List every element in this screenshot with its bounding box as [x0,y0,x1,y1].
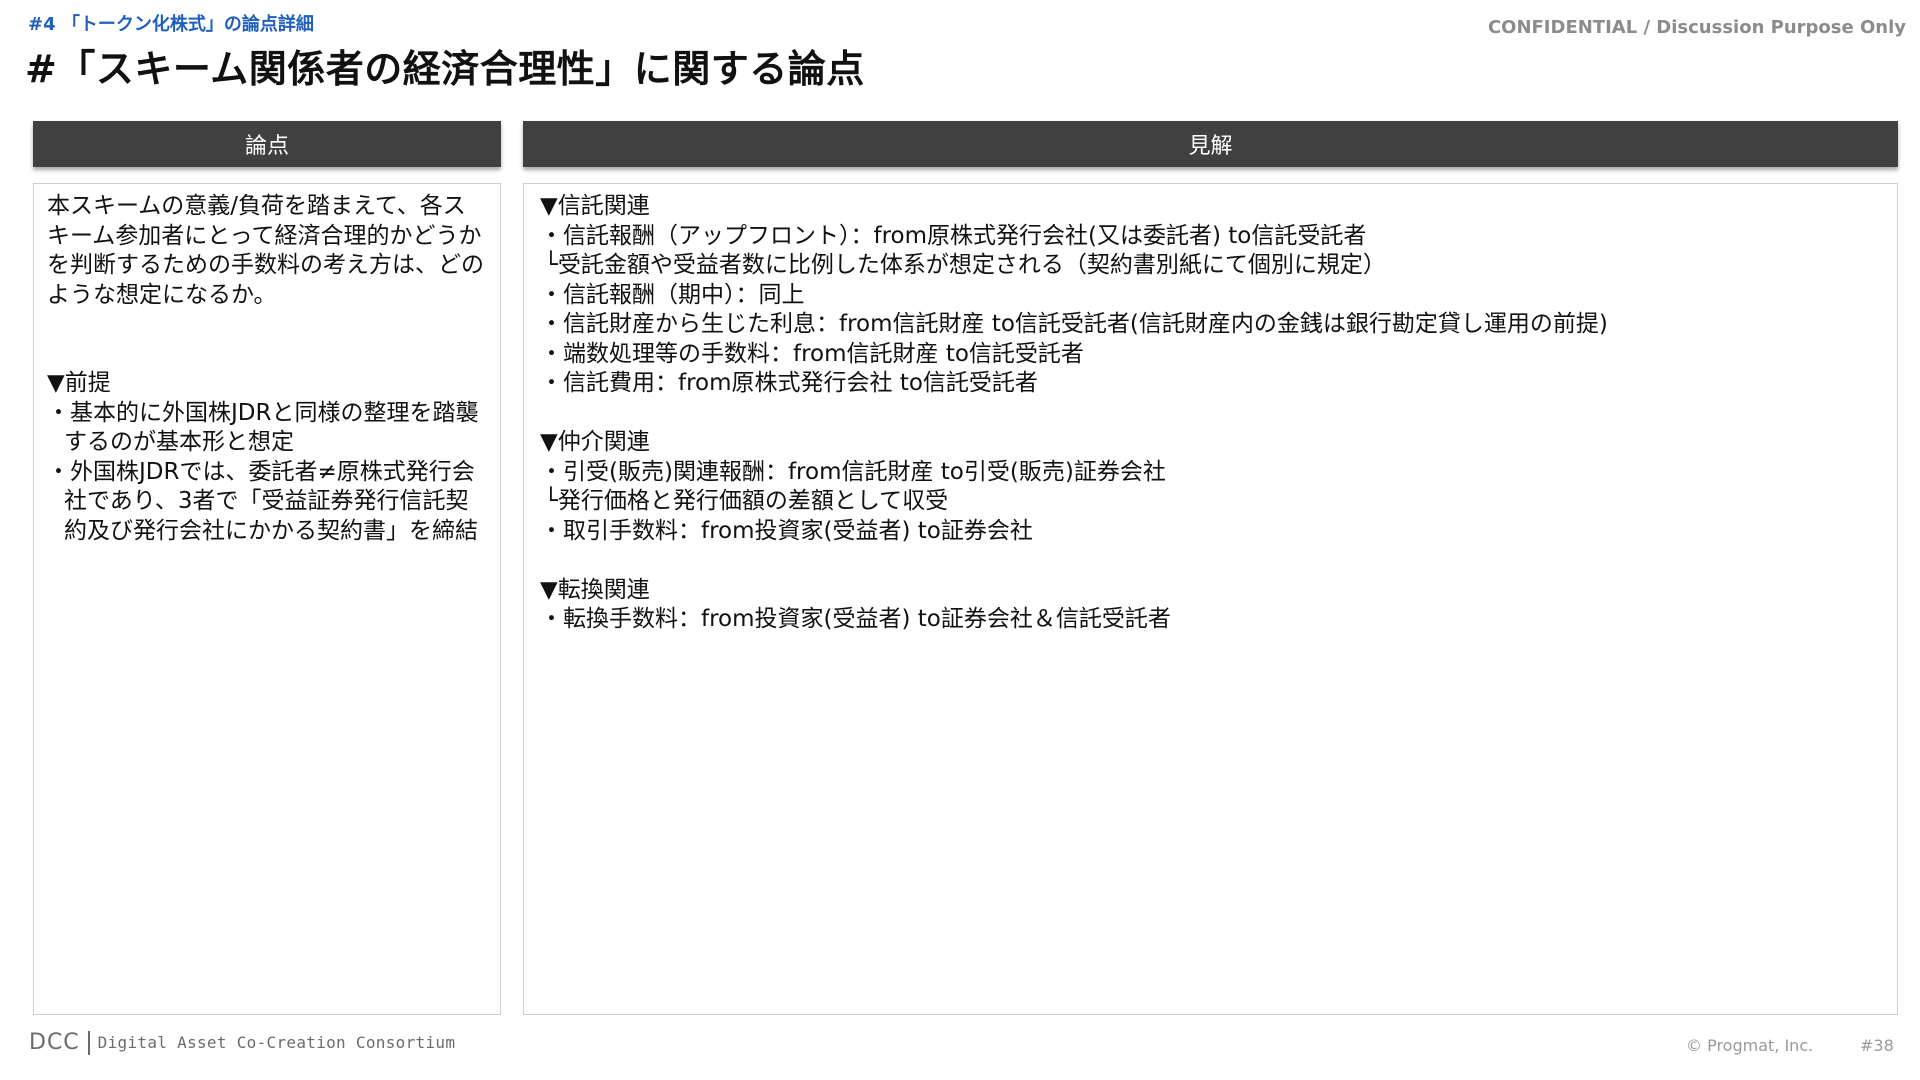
view-panel: ▼信託関連 ・信託報酬（アップフロント）：from原株式発行会社(又は委託者) … [523,183,1898,1015]
column-header-issue: 論点 [33,121,501,167]
premise-item: ・基本的に外国株JDRと同様の整理を踏襲するのが基本形と想定 [47,399,479,456]
trust-line-note: └受託金額や受益者数に比例した体系が想定される（契約書別紙にて個別に規定） [544,252,1386,278]
page-title: #「スキーム関係者の経済合理性」に関する論点 [25,47,865,91]
intermediary-line-note: └発行価格と発行価額の差額として収受 [544,488,949,514]
conversion-line: ・転換手数料：from投資家(受益者) to証券会社＆信託受託者 [540,606,1171,632]
premise-heading: ▼前提 [47,370,111,396]
logo-divider [87,1030,90,1055]
page-number: #38 [1860,1036,1894,1055]
copyright: © Progmat, Inc. [1686,1036,1814,1055]
issue-question: 本スキームの意義/負荷を踏まえて、各スキーム参加者にとって経済合理的かどうかを判… [47,193,484,308]
column-header-view: 見解 [523,121,1898,167]
confidential-label: CONFIDENTIAL / Discussion Purpose Only [1487,17,1906,38]
premise-item: ・外国株JDRでは、委託者≠原株式発行会社であり、3者で「受益証券発行信託契約及… [47,458,478,544]
trust-line: ・信託費用：from原株式発行会社 to信託受託者 [540,370,1038,396]
intermediary-heading: ▼仲介関連 [540,429,650,455]
trust-line: ・信託報酬（アップフロント）：from原株式発行会社(又は委託者) to信託受託… [540,222,1367,249]
trust-heading: ▼信託関連 [540,193,650,219]
dcc-logo-text: DCC [29,1030,80,1055]
trust-line: ・信託報酬（期中）：同上 [540,281,805,308]
intermediary-line: ・引受(販売)関連報酬：from信託財産 to引受(販売)証券会社 [540,458,1166,485]
conversion-heading: ▼転換関連 [540,576,650,603]
consortium-name: Digital Asset Co-Creation Consortium [97,1033,456,1052]
intermediary-line: ・取引手数料：from投資家(受益者) to証券会社 [540,517,1033,544]
trust-line: ・信託財産から生じた利息：from信託財産 to信託受託者(信託財産内の金銭は銀… [540,311,1608,337]
footer-logo: DCC Digital Asset Co-Creation Consortium [29,1030,455,1055]
breadcrumb: #4 「トークン化株式」の論点詳細 [28,14,314,35]
trust-line: ・端数処理等の手数料：from信託財産 to信託受託者 [540,340,1084,367]
issue-panel: 本スキームの意義/負荷を踏まえて、各スキーム参加者にとって経済合理的かどうかを判… [33,183,501,1015]
